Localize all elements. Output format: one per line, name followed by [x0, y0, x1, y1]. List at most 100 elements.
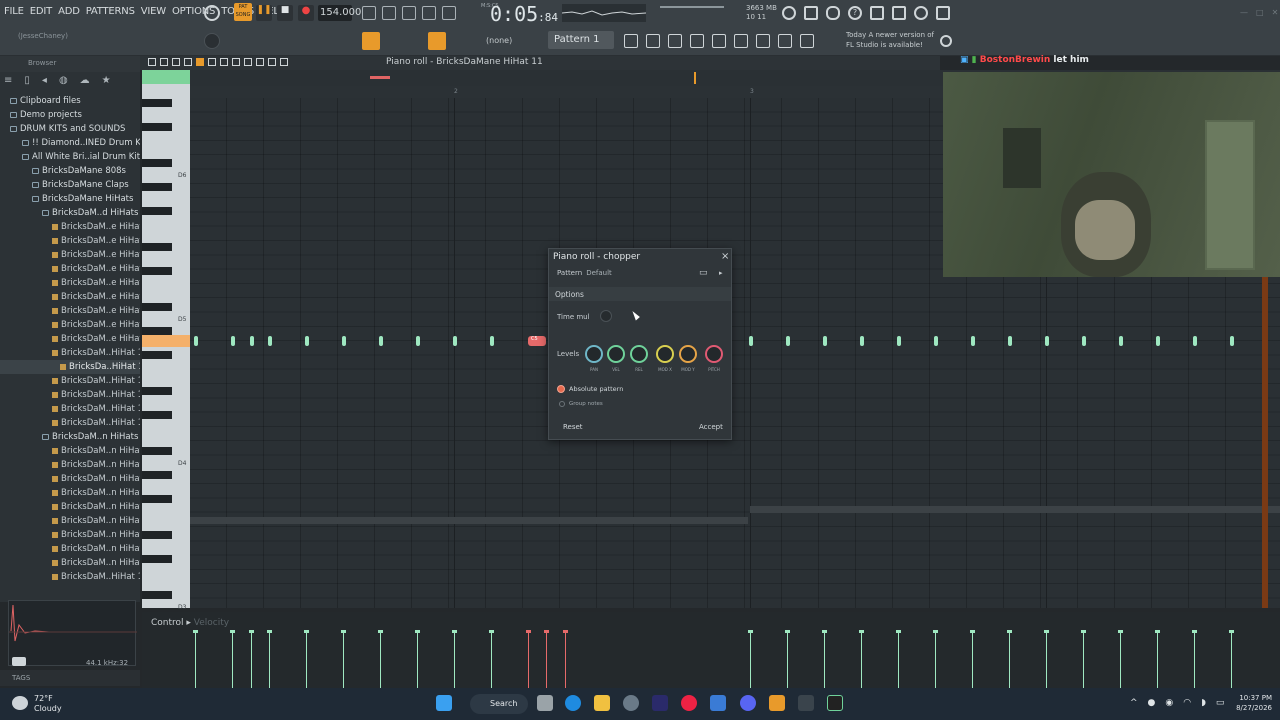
playback-tool-icon[interactable]: [280, 58, 288, 66]
note[interactable]: [1230, 336, 1234, 346]
pat-song-toggle[interactable]: PAT SONG: [234, 3, 252, 21]
velocity-bar[interactable]: [970, 630, 975, 688]
black-key[interactable]: [142, 351, 172, 359]
black-key[interactable]: [142, 243, 172, 251]
velocity-bar[interactable]: [378, 630, 383, 688]
zoom-tool-icon[interactable]: [268, 58, 276, 66]
note[interactable]: [1045, 336, 1049, 346]
black-key[interactable]: [142, 99, 172, 107]
loop-record-icon[interactable]: [442, 6, 456, 20]
paint-tool-icon[interactable]: [208, 58, 216, 66]
cable-icon[interactable]: [778, 34, 792, 48]
plugin-picker-icon[interactable]: [756, 34, 770, 48]
magnet-icon[interactable]: [160, 58, 168, 66]
velocity-bar[interactable]: [452, 630, 457, 688]
browser-folder[interactable]: !! Diamond..INED Drum Kit: [0, 136, 140, 150]
note[interactable]: [1119, 336, 1123, 346]
pan-knob[interactable]: [585, 345, 603, 363]
update-icon[interactable]: [940, 35, 952, 47]
black-key[interactable]: [142, 327, 172, 335]
note[interactable]: [379, 336, 383, 346]
weather-widget[interactable]: 72°F Cloudy: [34, 694, 62, 714]
browser-cloud-icon[interactable]: ☁: [80, 75, 90, 89]
minimize-icon[interactable]: —: [1240, 8, 1248, 17]
note[interactable]: [231, 336, 235, 346]
absolute-pattern-radio[interactable]: [557, 385, 565, 393]
note[interactable]: [1008, 336, 1012, 346]
plugin-icon[interactable]: [892, 6, 906, 20]
black-key[interactable]: [142, 159, 172, 167]
browser-sample[interactable]: BricksDaM..n HiHat 9: [0, 556, 140, 570]
note[interactable]: [934, 336, 938, 346]
browser-sample[interactable]: BricksDaM..e HiHat 9: [0, 332, 140, 346]
note[interactable]: [305, 336, 309, 346]
black-key[interactable]: [142, 267, 172, 275]
browser-sample[interactable]: BricksDaM..n HiHat 3: [0, 472, 140, 486]
browser-sample[interactable]: BricksDaM..e HiHat 3: [0, 248, 140, 262]
browser-sample[interactable]: BricksDaM..e HiHat 5: [0, 276, 140, 290]
velocity-bar[interactable]: [230, 630, 235, 688]
browser-file-icon[interactable]: ▯: [24, 75, 30, 89]
menu-edit[interactable]: EDIT: [30, 6, 52, 17]
preview-play-icon[interactable]: [12, 657, 26, 666]
velocity-bar[interactable]: [859, 630, 864, 688]
tray-mic-icon[interactable]: ●: [1148, 698, 1156, 708]
undo-icon[interactable]: [782, 6, 796, 20]
browser-sample[interactable]: BricksDaM..e HiHat 2: [0, 234, 140, 248]
note[interactable]: [1082, 336, 1086, 346]
download-icon[interactable]: [936, 6, 950, 20]
velocity-bar[interactable]: [341, 630, 346, 688]
velocity-bar[interactable]: [896, 630, 901, 688]
stop-button[interactable]: ■: [277, 5, 293, 21]
browser-sample[interactable]: BricksDaM..e HiHat 6: [0, 290, 140, 304]
black-key[interactable]: [142, 591, 172, 599]
black-key[interactable]: [142, 471, 172, 479]
browser-shrink-icon[interactable]: ◂: [42, 75, 47, 89]
select-tool-icon[interactable]: [256, 58, 264, 66]
black-key[interactable]: [142, 531, 172, 539]
windows-start-icon[interactable]: [436, 695, 452, 711]
tray-chevron-icon[interactable]: ^: [1130, 698, 1138, 708]
capture-icon[interactable]: [827, 695, 843, 711]
note[interactable]: [897, 336, 901, 346]
velocity-bar[interactable]: [1118, 630, 1123, 688]
snap-select[interactable]: (none): [486, 36, 512, 45]
tray-volume-icon[interactable]: ◗: [1201, 698, 1206, 708]
browser-sample[interactable]: BricksDaM..HiHat 12: [0, 374, 140, 388]
save-icon[interactable]: [870, 6, 884, 20]
arrow-right-icon[interactable]: ▸: [719, 269, 723, 277]
velocity-bar[interactable]: [933, 630, 938, 688]
tools-icon[interactable]: [804, 6, 818, 20]
obs-icon[interactable]: [623, 695, 639, 711]
browser-toggle-icon[interactable]: [712, 34, 726, 48]
browser-sample[interactable]: BricksDaM..e HiHat 7: [0, 304, 140, 318]
explorer-icon[interactable]: [594, 695, 610, 711]
note[interactable]: [823, 336, 827, 346]
tray-wifi-icon[interactable]: ◠: [1183, 698, 1191, 708]
black-key[interactable]: [142, 123, 172, 131]
velocity-bar[interactable]: [1044, 630, 1049, 688]
browser-folder[interactable]: Demo projects: [0, 108, 140, 122]
browser-sample[interactable]: BricksDaM..n HiHat 8: [0, 542, 140, 556]
browser-globe-icon[interactable]: ◍: [59, 75, 68, 89]
stamp-icon[interactable]: [172, 58, 180, 66]
tempo-field[interactable]: 154.000: [318, 5, 361, 21]
time-mul-knob[interactable]: [600, 310, 612, 322]
velocity-bar[interactable]: [1007, 630, 1012, 688]
rel-knob[interactable]: [630, 345, 648, 363]
browser-folder[interactable]: All White Bri..ial Drum Kit: [0, 150, 140, 164]
wait-input-icon[interactable]: [382, 6, 396, 20]
menu-patterns[interactable]: PATTERNS: [86, 6, 135, 17]
slice-tool-icon[interactable]: [244, 58, 252, 66]
browser-folder[interactable]: BricksDaMane Claps: [0, 178, 140, 192]
taskbar-search[interactable]: Search: [470, 694, 528, 714]
browser-folder[interactable]: DRUM KITS and SOUNDS: [0, 122, 140, 136]
playhead-marker[interactable]: [694, 72, 696, 84]
premiere-icon[interactable]: [652, 695, 668, 711]
group-notes-radio[interactable]: [559, 401, 565, 407]
velocity-bar[interactable]: [267, 630, 272, 688]
discord-icon[interactable]: [740, 695, 756, 711]
velocity-bar[interactable]: [785, 630, 790, 688]
countdown-icon[interactable]: [402, 6, 416, 20]
accept-button[interactable]: Accept: [691, 421, 731, 433]
